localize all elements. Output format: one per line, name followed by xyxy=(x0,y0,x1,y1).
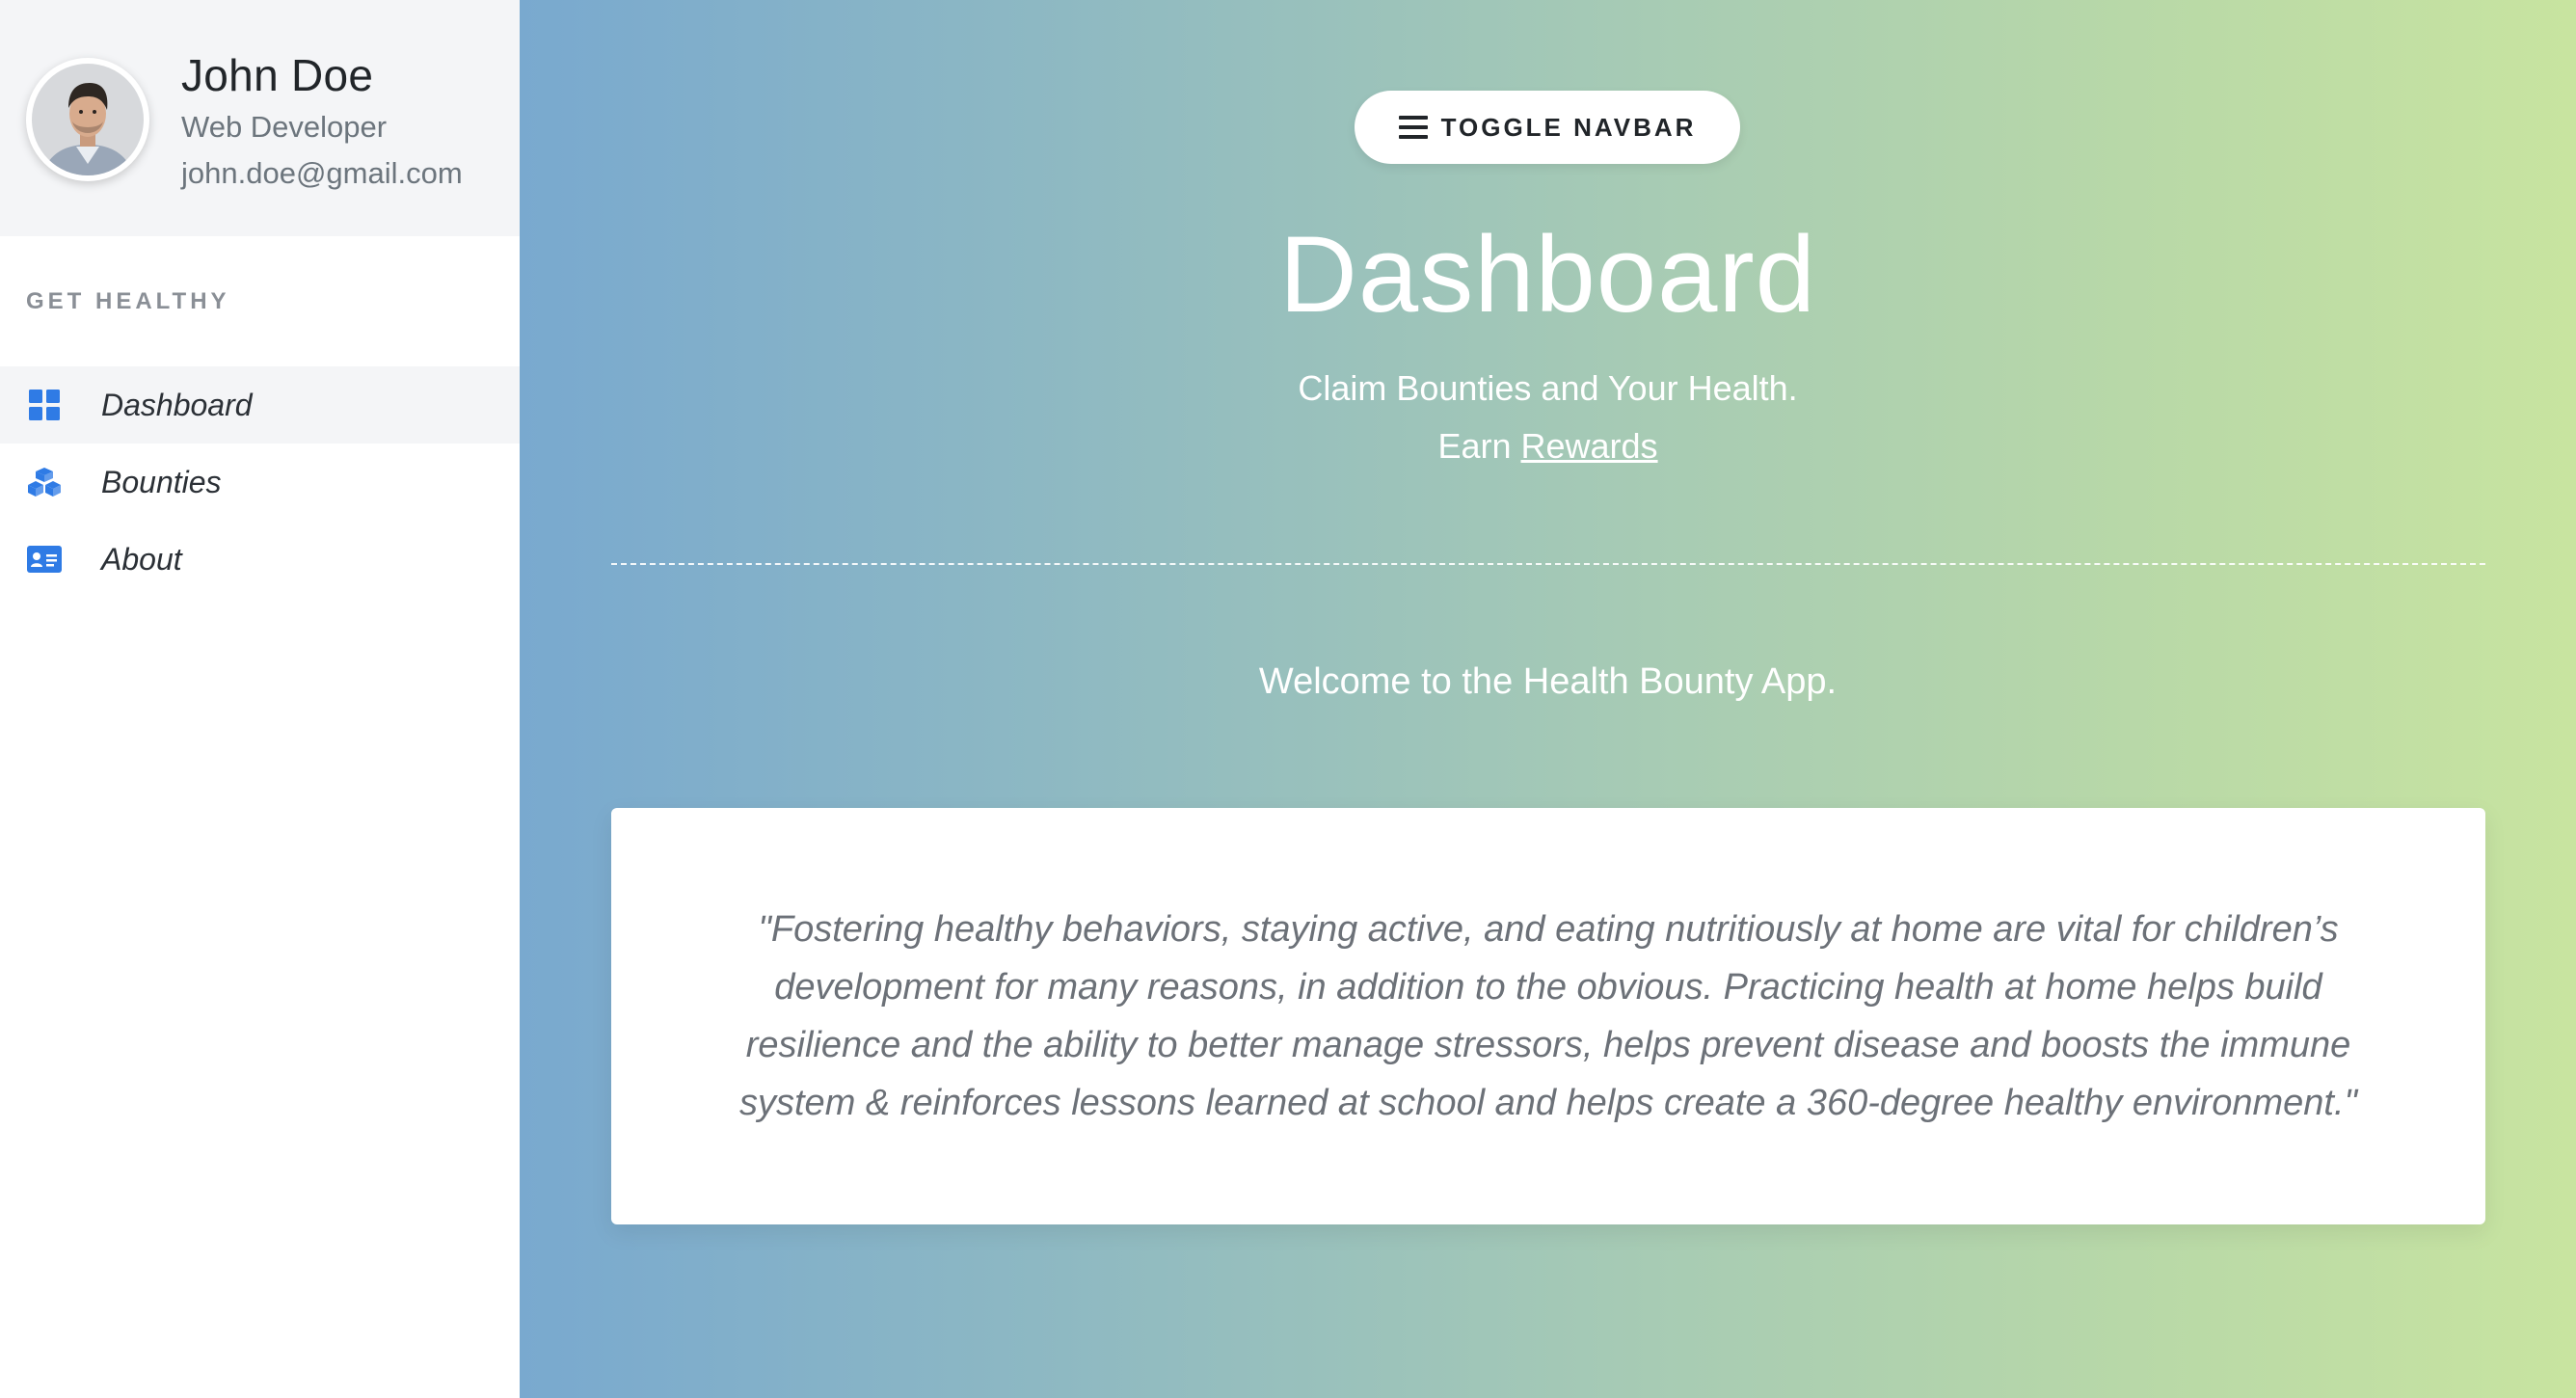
welcome-message: Welcome to the Health Bounty App. xyxy=(1258,661,1838,702)
id-card-icon xyxy=(26,541,63,578)
profile-info: John Doe Web Developer john.doe@gmail.co… xyxy=(181,46,463,197)
dashboard-grid-icon xyxy=(26,387,63,423)
profile-email: john.doe@gmail.com xyxy=(181,156,463,190)
profile-card: John Doe Web Developer john.doe@gmail.co… xyxy=(0,0,520,236)
sidebar-item-bounties[interactable]: Bounties xyxy=(0,444,520,521)
section-divider xyxy=(611,563,2485,565)
quote-text: "Fostering healthy behaviors, staying ac… xyxy=(739,909,2357,1123)
rewards-link[interactable]: Rewards xyxy=(1521,426,1658,466)
avatar-photo xyxy=(32,64,144,175)
profile-name: John Doe xyxy=(181,50,374,100)
subtitle-line-2: Earn Rewards xyxy=(520,417,2576,475)
page-subtitle: Claim Bounties and Your Health. Earn Rew… xyxy=(520,360,2576,475)
app-root: John Doe Web Developer john.doe@gmail.co… xyxy=(0,0,2576,1398)
subtitle-earn-text: Earn xyxy=(1437,426,1512,466)
hamburger-icon xyxy=(1398,116,1428,139)
sidebar-item-label: Bounties xyxy=(101,464,222,499)
quote-card: "Fostering healthy behaviors, staying ac… xyxy=(611,808,2485,1224)
subtitle-line-1: Claim Bounties and Your Health. xyxy=(1298,368,1798,408)
sidebar-item-about[interactable]: About xyxy=(0,521,520,598)
toggle-navbar-label: TOGGLE NAVBAR xyxy=(1440,112,1697,142)
sidebar-item-label: About xyxy=(101,541,182,577)
cubes-icon xyxy=(26,464,63,500)
sidebar-item-dashboard[interactable]: Dashboard xyxy=(0,366,520,444)
page-title: Dashboard xyxy=(1279,214,1816,335)
sidebar-nav: Dashboard Bounties About xyxy=(0,366,520,598)
toggle-navbar-button[interactable]: TOGGLE NAVBAR xyxy=(1355,91,1740,164)
sidebar-item-label: Dashboard xyxy=(101,387,253,422)
sidebar-section-heading: GET HEALTHY xyxy=(26,288,230,314)
profile-role: Web Developer xyxy=(181,110,388,144)
sidebar: John Doe Web Developer john.doe@gmail.co… xyxy=(0,0,520,1398)
main-content: TOGGLE NAVBAR Dashboard Claim Bounties a… xyxy=(520,0,2576,1398)
avatar xyxy=(26,58,149,181)
